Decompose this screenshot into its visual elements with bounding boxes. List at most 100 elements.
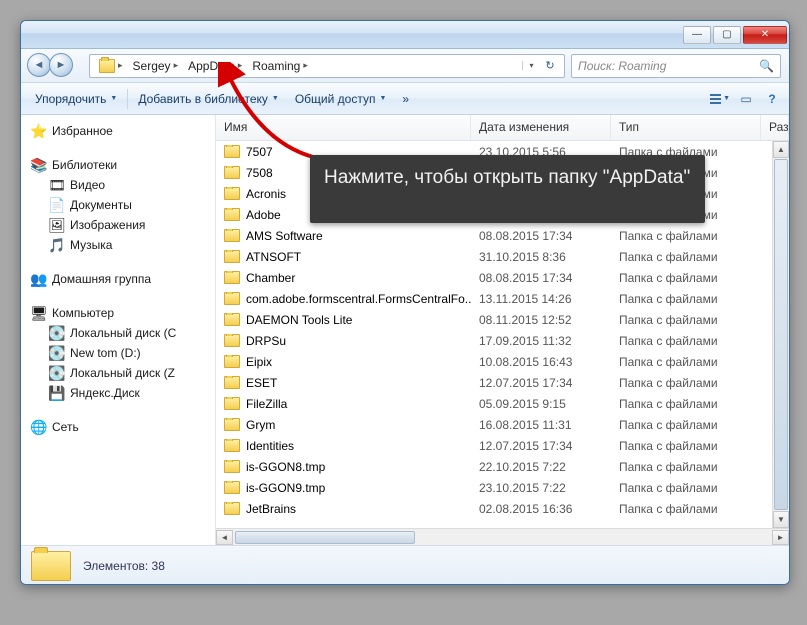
sidebar-drive-d[interactable]: 💽New tom (D:) xyxy=(27,343,215,363)
sidebar-yandex-disk[interactable]: 💾Яндекс.Диск xyxy=(27,383,215,403)
vertical-scrollbar[interactable]: ▲ ▼ xyxy=(772,141,789,528)
scroll-thumb[interactable] xyxy=(774,159,788,510)
table-row[interactable]: ESET12.07.2015 17:34Папка с файлами xyxy=(216,372,789,393)
table-row[interactable]: JetBrains02.08.2015 16:36Папка с файлами xyxy=(216,498,789,519)
file-type: Папка с файлами xyxy=(611,271,761,285)
help-button[interactable]: ? xyxy=(761,88,783,110)
sidebar-computer[interactable]: 🖥Компьютер xyxy=(27,303,215,323)
table-row[interactable]: Identities12.07.2015 17:34Папка с файлам… xyxy=(216,435,789,456)
sidebar-libraries[interactable]: 📚Библиотеки xyxy=(27,155,215,175)
folder-icon xyxy=(224,439,240,452)
file-date: 08.11.2015 12:52 xyxy=(471,313,611,327)
col-date[interactable]: Дата изменения xyxy=(471,115,611,140)
file-name: Acronis xyxy=(246,187,286,201)
table-row[interactable]: Chamber 08.08.2015 17:34Папка с файлами xyxy=(216,267,789,288)
sidebar-drive-c[interactable]: 💽Локальный диск (C xyxy=(27,323,215,343)
file-type: Папка с файлами xyxy=(611,439,761,453)
scroll-down-arrow[interactable]: ▼ xyxy=(773,511,789,528)
file-date: 22.10.2015 7:22 xyxy=(471,460,611,474)
maximize-button[interactable]: ▢ xyxy=(713,26,741,44)
table-row[interactable]: is-GGON9.tmp23.10.2015 7:22Папка с файла… xyxy=(216,477,789,498)
drive-icon: 💽 xyxy=(49,325,65,341)
file-type: Папка с файлами xyxy=(611,355,761,369)
col-size[interactable]: Разме xyxy=(761,115,789,140)
sidebar-homegroup[interactable]: 👥Домашняя группа xyxy=(27,269,215,289)
search-box[interactable]: Поиск: Roaming 🔍 xyxy=(571,54,781,78)
documents-icon: 📄 xyxy=(49,197,65,213)
table-row[interactable]: com.adobe.formscentral.FormsCentralFo...… xyxy=(216,288,789,309)
table-row[interactable]: DRPSu17.09.2015 11:32Папка с файлами xyxy=(216,330,789,351)
folder-icon xyxy=(224,313,240,326)
scroll-up-arrow[interactable]: ▲ xyxy=(773,141,789,158)
file-name: Grym xyxy=(246,418,275,432)
refresh-button[interactable]: ↻ xyxy=(540,59,560,72)
file-name: is-GGON8.tmp xyxy=(246,460,325,474)
explorer-window: — ▢ ✕ ◄ ► ▸ Sergey▸ AppData▸ Roaming▸ ▾ … xyxy=(20,20,790,585)
file-type: Папка с файлами xyxy=(611,481,761,495)
folder-icon xyxy=(224,187,240,200)
address-bar[interactable]: ▸ Sergey▸ AppData▸ Roaming▸ ▾ ↻ xyxy=(89,54,565,78)
horizontal-scrollbar[interactable]: ◄ ► xyxy=(216,528,789,545)
back-button[interactable]: ◄ xyxy=(27,53,51,77)
sidebar-drive-z[interactable]: 💽Локальный диск (Z xyxy=(27,363,215,383)
file-date: 13.11.2015 14:26 xyxy=(471,292,611,306)
sidebar-item-video[interactable]: 🎞Видео xyxy=(27,175,215,195)
toolbar-more[interactable]: » xyxy=(394,88,417,110)
table-row[interactable]: AMS Software08.08.2015 17:34Папка с файл… xyxy=(216,225,789,246)
scroll-left-arrow[interactable]: ◄ xyxy=(216,530,233,545)
file-date: 12.07.2015 17:34 xyxy=(471,376,611,390)
file-date: 02.08.2015 16:36 xyxy=(471,502,611,516)
col-name[interactable]: Имя xyxy=(216,115,471,140)
sidebar-item-documents[interactable]: 📄Документы xyxy=(27,195,215,215)
folder-icon xyxy=(224,208,240,221)
add-to-library-button[interactable]: Добавить в библиотеку▼ xyxy=(130,88,286,110)
folder-icon xyxy=(224,397,240,410)
search-icon: 🔍 xyxy=(759,59,774,73)
address-dropdown[interactable]: ▾ xyxy=(522,61,540,70)
file-type: Папка с файлами xyxy=(611,397,761,411)
table-row[interactable]: FileZilla05.09.2015 9:15Папка с файлами xyxy=(216,393,789,414)
sidebar-item-pictures[interactable]: 🖼Изображения xyxy=(27,215,215,235)
preview-pane-button[interactable]: ▭ xyxy=(735,88,757,110)
view-options-button[interactable]: ▼ xyxy=(709,88,731,110)
file-date: 08.08.2015 17:34 xyxy=(471,229,611,243)
folder-icon xyxy=(224,355,240,368)
file-type: Папка с файлами xyxy=(611,334,761,348)
drive-icon: 💽 xyxy=(49,365,65,381)
breadcrumb-seg: Sergey▸ xyxy=(128,57,184,75)
file-date: 08.08.2015 17:34 xyxy=(471,271,611,285)
sidebar-network[interactable]: 🌐Сеть xyxy=(27,417,215,437)
file-name: Chamber xyxy=(246,271,295,285)
table-row[interactable]: Grym16.08.2015 11:31Папка с файлами xyxy=(216,414,789,435)
file-type: Папка с файлами xyxy=(611,229,761,243)
minimize-button[interactable]: — xyxy=(683,26,711,44)
file-name: ESET xyxy=(246,376,277,390)
file-name: Adobe xyxy=(246,208,281,222)
table-row[interactable]: ATNSOFT31.10.2015 8:36Папка с файлами xyxy=(216,246,789,267)
forward-button[interactable]: ► xyxy=(49,53,73,77)
folder-icon xyxy=(224,376,240,389)
file-name: DAEMON Tools Lite xyxy=(246,313,352,327)
folder-icon xyxy=(224,229,240,242)
homegroup-icon: 👥 xyxy=(31,271,47,287)
share-button[interactable]: Общий доступ▼ xyxy=(287,88,395,110)
scroll-thumb[interactable] xyxy=(235,531,415,544)
title-bar[interactable]: — ▢ ✕ xyxy=(21,21,789,49)
file-type: Папка с файлами xyxy=(611,250,761,264)
table-row[interactable]: DAEMON Tools Lite08.11.2015 12:52Папка с… xyxy=(216,309,789,330)
file-date: 17.09.2015 11:32 xyxy=(471,334,611,348)
table-row[interactable]: Eipix10.08.2015 16:43Папка с файлами xyxy=(216,351,789,372)
folder-icon xyxy=(224,250,240,263)
table-row[interactable]: is-GGON8.tmp22.10.2015 7:22Папка с файла… xyxy=(216,456,789,477)
folder-icon xyxy=(224,481,240,494)
drive-icon: 💽 xyxy=(49,345,65,361)
search-placeholder: Поиск: Roaming xyxy=(578,59,666,73)
scroll-right-arrow[interactable]: ► xyxy=(772,530,789,545)
status-count-label: Элементов: xyxy=(83,559,148,573)
organize-button[interactable]: Упорядочить▼ xyxy=(27,88,125,110)
folder-icon xyxy=(31,551,71,581)
close-button[interactable]: ✕ xyxy=(743,26,787,44)
col-type[interactable]: Тип xyxy=(611,115,761,140)
sidebar-favorites[interactable]: ⭐Избранное xyxy=(27,121,215,141)
sidebar-item-music[interactable]: 🎵Музыка xyxy=(27,235,215,255)
